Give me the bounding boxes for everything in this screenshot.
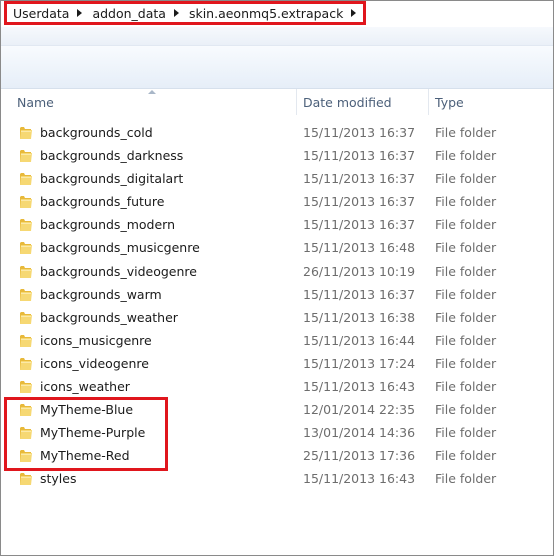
column-header-date-modified[interactable]: Date modified [303, 95, 392, 110]
file-date-modified: 13/01/2014 14:36 [303, 425, 416, 441]
list-item[interactable]: backgrounds_cold 15/11/2013 16:37 File f… [1, 121, 553, 144]
file-name: backgrounds_modern [40, 217, 175, 233]
file-type: File folder [435, 448, 497, 464]
file-type: File folder [435, 402, 497, 418]
folder-icon [20, 242, 32, 255]
file-date-modified: 15/11/2013 16:48 [303, 240, 416, 256]
list-item[interactable]: backgrounds_musicgenre 15/11/2013 16:48 … [1, 236, 553, 259]
file-type: File folder [435, 425, 497, 441]
chevron-right-icon[interactable] [351, 9, 357, 17]
column-header-type[interactable]: Type [435, 95, 464, 110]
command-bar [1, 46, 553, 89]
list-item[interactable]: backgrounds_videogenre 26/11/2013 10:19 … [1, 260, 553, 283]
file-type: File folder [435, 309, 497, 325]
list-item[interactable]: backgrounds_digitalart 15/11/2013 16:37 … [1, 167, 553, 190]
chevron-right-icon[interactable] [77, 9, 83, 17]
file-date-modified: 15/11/2013 16:43 [303, 379, 416, 395]
file-date-modified: 15/11/2013 16:44 [303, 332, 416, 348]
file-date-modified: 15/11/2013 16:37 [303, 217, 416, 233]
file-type: File folder [435, 263, 497, 279]
file-type: File folder [435, 471, 497, 487]
address-bar[interactable]: Userdata addon_data skin.aeonmq5.extrapa… [1, 1, 553, 25]
explorer-window: Userdata addon_data skin.aeonmq5.extrapa… [0, 0, 554, 556]
file-name: styles [40, 471, 77, 487]
file-name: icons_videogenre [40, 355, 149, 371]
list-item[interactable]: icons_weather 15/11/2013 16:43 File fold… [1, 375, 553, 398]
folder-icon [20, 127, 32, 139]
file-date-modified: 15/11/2013 16:37 [303, 194, 416, 210]
file-type: File folder [435, 171, 497, 187]
file-name: backgrounds_digitalart [40, 171, 184, 187]
file-name: backgrounds_cold [40, 125, 153, 140]
column-divider[interactable] [296, 89, 297, 115]
file-type: File folder [435, 355, 497, 371]
sort-ascending-icon [148, 90, 156, 94]
list-item[interactable]: icons_musicgenre 15/11/2013 16:44 File f… [1, 329, 553, 352]
toolbar-band [1, 27, 553, 46]
breadcrumb-item-userdata[interactable]: Userdata [11, 6, 71, 21]
list-item[interactable]: backgrounds_weather 15/11/2013 16:38 Fil… [1, 306, 553, 329]
file-type: File folder [435, 286, 497, 302]
file-name: backgrounds_videogenre [40, 263, 197, 279]
file-date-modified: 15/11/2013 16:37 [303, 286, 416, 302]
folder-icon [20, 357, 32, 370]
folder-icon [20, 173, 32, 186]
file-name: backgrounds_warm [40, 286, 162, 302]
folder-icon [20, 288, 32, 301]
file-name: backgrounds_musicgenre [40, 240, 200, 256]
annotation-highlight [4, 397, 168, 471]
file-date-modified: 12/01/2014 22:35 [303, 402, 416, 418]
file-name: backgrounds_weather [40, 309, 178, 325]
list-item[interactable]: backgrounds_warm 15/11/2013 16:37 File f… [1, 283, 553, 306]
list-item[interactable]: icons_videogenre 15/11/2013 17:24 File f… [1, 352, 553, 375]
breadcrumb-item-skin[interactable]: skin.aeonmq5.extrapack [187, 6, 345, 21]
file-date-modified: 15/11/2013 16:37 [303, 125, 416, 140]
file-name: icons_weather [40, 379, 130, 395]
folder-icon [20, 334, 32, 347]
list-item[interactable]: backgrounds_darkness 15/11/2013 16:37 Fi… [1, 144, 553, 167]
column-divider[interactable] [428, 89, 429, 115]
file-date-modified: 25/11/2013 17:36 [303, 448, 416, 464]
column-header-name[interactable]: Name [17, 95, 54, 110]
file-date-modified: 26/11/2013 10:19 [303, 263, 416, 279]
file-date-modified: 15/11/2013 16:37 [303, 171, 416, 187]
file-name: backgrounds_future [40, 194, 165, 210]
list-item[interactable]: backgrounds_future 15/11/2013 16:37 File… [1, 190, 553, 213]
folder-icon [20, 196, 32, 209]
folder-icon [20, 265, 32, 278]
folder-icon [20, 219, 32, 232]
file-type: File folder [435, 148, 497, 164]
file-date-modified: 15/11/2013 17:24 [303, 355, 416, 371]
file-name: icons_musicgenre [40, 332, 152, 348]
folder-icon [20, 150, 32, 163]
folder-icon [20, 311, 32, 324]
file-date-modified: 15/11/2013 16:38 [303, 309, 416, 325]
column-headers: Name Date modified Type [1, 89, 553, 115]
file-name: backgrounds_darkness [40, 148, 184, 164]
file-date-modified: 15/11/2013 16:37 [303, 148, 416, 164]
file-type: File folder [435, 217, 497, 233]
file-type: File folder [435, 194, 497, 210]
breadcrumb-item-addon-data[interactable]: addon_data [90, 6, 168, 21]
file-type: File folder [435, 379, 497, 395]
file-type: File folder [435, 332, 497, 348]
file-date-modified: 15/11/2013 16:43 [303, 471, 416, 487]
file-type: File folder [435, 240, 497, 256]
folder-icon [20, 381, 32, 394]
chevron-right-icon[interactable] [173, 9, 179, 17]
breadcrumb: Userdata addon_data skin.aeonmq5.extrapa… [4, 1, 366, 25]
folder-icon [20, 473, 32, 486]
list-item[interactable]: backgrounds_modern 15/11/2013 16:37 File… [1, 213, 553, 236]
file-type: File folder [435, 125, 497, 140]
